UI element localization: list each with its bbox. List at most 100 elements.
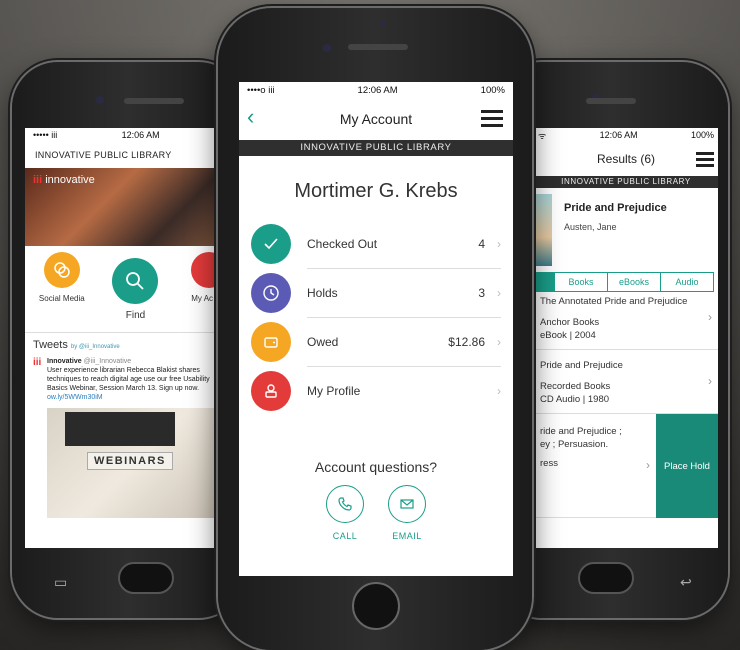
tweet-link[interactable]: ow.ly/5WWm30iM: [47, 394, 103, 401]
result-publisher: ress: [540, 458, 558, 469]
account-row-checked-out[interactable]: Checked Out 4 ›: [239, 220, 513, 268]
library-name: INNOVATIVE PUBLIC LIBRARY: [35, 150, 172, 160]
row-value: 4: [478, 237, 485, 251]
contact-actions: CALL EMAIL: [239, 485, 513, 541]
chat-icon: [43, 252, 80, 288]
tab-all[interactable]: [534, 272, 554, 292]
status-bar: ••••o iii 12:06 AM 100%: [239, 82, 513, 98]
tweet-author: Innovative: [47, 358, 82, 365]
clock: 12:06 AM: [599, 130, 638, 140]
account-row-owed[interactable]: Owed $12.86 ›: [239, 318, 513, 366]
front-camera: [323, 44, 331, 52]
result-subtitle: ey ; Persuasion.: [540, 439, 609, 450]
home-button[interactable]: [352, 582, 400, 630]
result-title: Pride and Prejudice: [540, 360, 623, 371]
page-title: My Account: [339, 111, 413, 127]
speaker: [586, 98, 636, 104]
hero-banner: iii innovative: [25, 168, 232, 246]
back-arrow-icon[interactable]: ↩: [680, 574, 692, 591]
signal-indicator: ••••• iii: [33, 130, 58, 140]
tab-ebooks[interactable]: eBooks: [608, 272, 661, 292]
menu-icon[interactable]: [481, 110, 503, 127]
swiped-result: ride and Prejudice ; ey ; Persuasion. re…: [534, 414, 718, 518]
author-logo: iii: [33, 357, 42, 368]
battery: 100%: [690, 130, 714, 140]
signal-indicator: ••••o iii: [247, 84, 275, 96]
tweets-section: Tweets by @iii_Innovative iii Innovative…: [25, 332, 232, 524]
speaker: [348, 44, 408, 50]
nav-bar: Results (6): [534, 142, 718, 176]
book-cover: [534, 194, 552, 266]
back-nav: ↩: [680, 574, 692, 591]
result-item[interactable]: The Annotated Pride and Prejudice Anchor…: [534, 292, 718, 350]
result-publisher: Recorded Books: [540, 381, 611, 392]
battery: 100%: [480, 84, 505, 96]
right-screen: ᯤ 12:06 AM 100% Results (6) INNOVATIVE P…: [534, 128, 718, 548]
chevron-right-icon: ›: [708, 374, 712, 388]
quick-label: Social Media: [38, 294, 85, 303]
person-icon: [251, 371, 291, 411]
recent-apps-icon[interactable]: ▭: [54, 574, 67, 591]
row-label: Owed: [307, 335, 339, 349]
chevron-right-icon: ›: [497, 286, 501, 300]
result-title: ride and Prejudice ;: [540, 426, 622, 437]
tab-audio[interactable]: Audio: [661, 272, 714, 292]
quick-find[interactable]: Find: [105, 258, 165, 321]
result-item[interactable]: ride and Prejudice ; ey ; Persuasion. re…: [534, 414, 656, 518]
call-button[interactable]: CALL: [326, 485, 364, 541]
home-button[interactable]: [578, 562, 634, 594]
result-item[interactable]: Pride and Prejudice Recorded Books CD Au…: [534, 350, 718, 414]
book-author: Austen, Jane: [564, 222, 617, 232]
result-publisher: Anchor Books: [540, 317, 600, 328]
left-screen: ••••• iii 12:06 AM INNOVATIVE PUBLIC LIB…: [25, 128, 232, 548]
chevron-right-icon: ›: [497, 335, 501, 349]
account-questions-heading: Account questions?: [314, 459, 438, 475]
center-phone: ••••o iii 12:06 AM 100% ‹ My Account INN…: [218, 8, 532, 650]
nav-bar: ‹ My Account: [239, 98, 513, 140]
phone-icon: [326, 485, 364, 523]
back-chevron-icon[interactable]: ‹: [247, 106, 254, 128]
tab-books[interactable]: Books: [554, 272, 608, 292]
row-value: $12.86: [448, 335, 485, 349]
home-button[interactable]: [118, 562, 174, 594]
menu-icon[interactable]: [696, 152, 714, 167]
row-label: Checked Out: [307, 237, 378, 251]
chevron-right-icon: ›: [497, 237, 501, 251]
monitor: [65, 412, 175, 446]
account-row-holds[interactable]: Holds 3 ›: [239, 269, 513, 317]
call-label: CALL: [332, 531, 358, 541]
tweet-handle: @iii_Innovative: [83, 358, 132, 365]
library-bar: INNOVATIVE PUBLIC LIBRARY: [239, 140, 513, 156]
chevron-right-icon: ›: [708, 310, 712, 324]
result-format: CD Audio | 1980: [540, 394, 610, 405]
chevron-right-icon: ›: [497, 384, 501, 398]
tweets-heading: Tweets by @iii_Innovative: [33, 339, 120, 351]
chevron-right-icon: ›: [646, 458, 650, 472]
tweet[interactable]: iii Innovative @iii_Innovative User expe…: [33, 357, 224, 402]
check-icon: [251, 224, 291, 264]
result-title: The Annotated Pride and Prejudice: [540, 296, 688, 307]
webinars-sign: WEBINARS: [87, 452, 173, 470]
sensor: [380, 20, 386, 26]
place-hold-button[interactable]: Place Hold: [656, 414, 718, 518]
envelope-icon: [388, 485, 426, 523]
account-row-my-profile[interactable]: My Profile ›: [239, 367, 513, 415]
quick-social-media[interactable]: Social Media: [32, 252, 92, 303]
quick-links: Social Media Find My Ac: [25, 246, 232, 332]
book-header: Pride and Prejudice Austen, Jane: [534, 188, 718, 270]
row-label: Holds: [307, 286, 338, 300]
email-button[interactable]: EMAIL: [388, 485, 426, 541]
row-label: My Profile: [307, 384, 361, 398]
status-bar: ••••• iii 12:06 AM: [25, 128, 232, 142]
clock: 12:06 AM: [357, 84, 398, 96]
clock-icon: [251, 273, 291, 313]
search-icon: [112, 258, 159, 304]
patron-name: Mortimer G. Krebs: [294, 180, 458, 202]
format-tabs: Books eBooks Audio: [534, 272, 718, 292]
wifi-icon: ᯤ: [538, 130, 547, 141]
center-screen: ••••o iii 12:06 AM 100% ‹ My Account INN…: [239, 82, 513, 576]
status-bar: ᯤ 12:06 AM 100%: [534, 128, 718, 142]
page-title: Results (6): [596, 152, 655, 166]
row-value: 3: [478, 286, 485, 300]
email-label: EMAIL: [392, 531, 422, 541]
